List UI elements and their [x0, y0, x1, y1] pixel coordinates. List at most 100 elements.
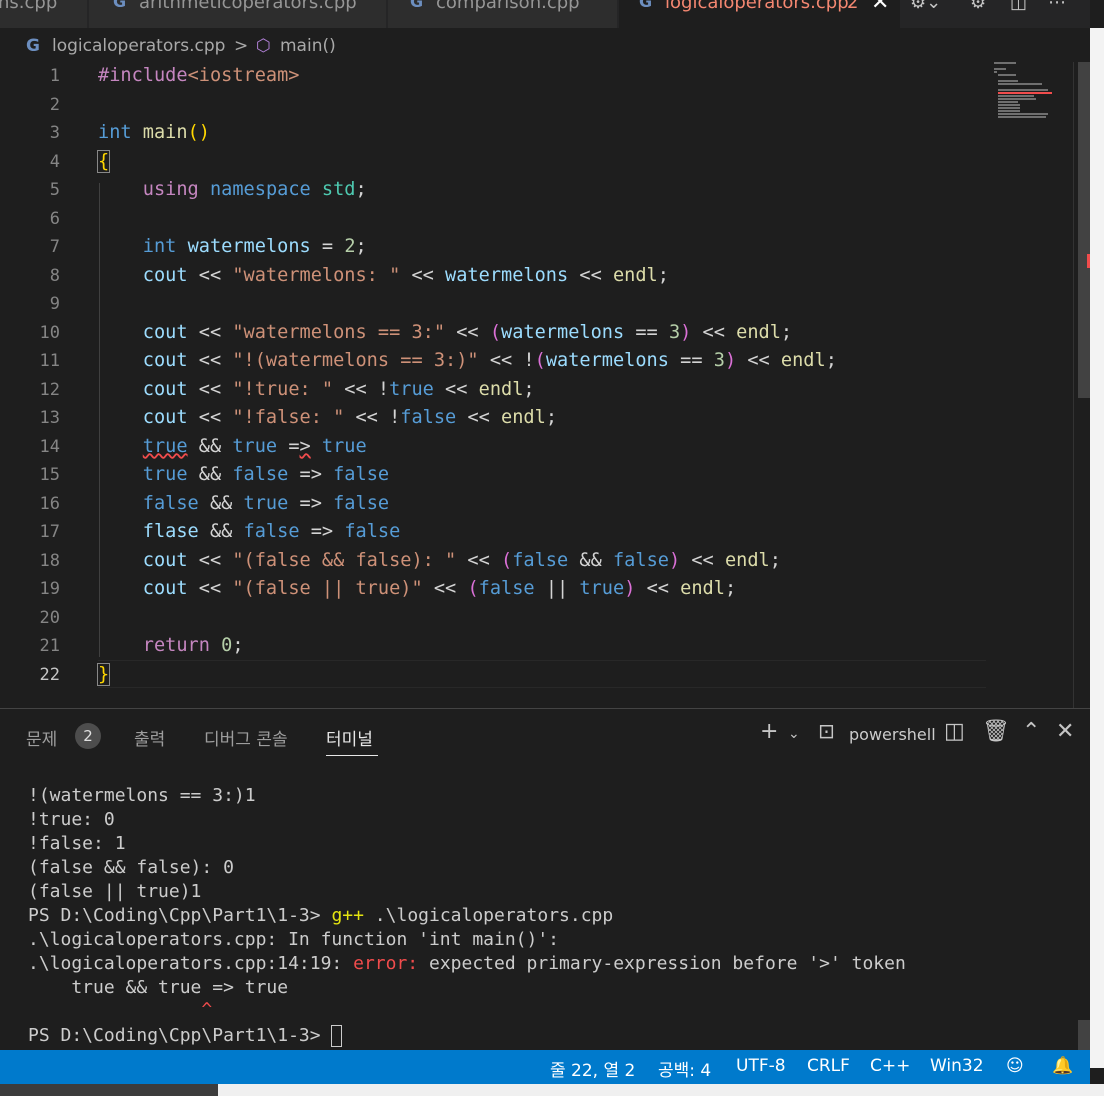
code-line: cout << "!false: " << !false << endl; [142, 407, 558, 428]
split-editor-icon[interactable]: ◫ [1010, 0, 1027, 13]
breadcrumb-file[interactable]: logicaloperators.cpp [52, 36, 225, 56]
command-name: g++ [331, 905, 364, 926]
status-eol[interactable]: CRLF [807, 1056, 850, 1076]
tab-label: comparison.cpp [436, 0, 580, 13]
terminal-error-line: .\logicaloperators.cpp:14:19: error: exp… [28, 953, 906, 974]
close-icon[interactable]: ✕ [871, 0, 889, 15]
gear-icon[interactable]: ⚙ [970, 0, 986, 13]
line-number: 14 [39, 436, 60, 457]
line-number: 1 [49, 66, 60, 86]
tab-label: arithmeticoperators.cpp [139, 0, 357, 13]
code-line: int main() [98, 122, 210, 143]
status-cursor-position[interactable]: 줄 22, 열 2 [550, 1056, 635, 1081]
code-line: return 0; [142, 635, 244, 656]
editor-tab-bar: ns.cpp G arithmeticoperators.cpp G compa… [0, 0, 1090, 28]
terminal-output-line: true && true => true [28, 977, 289, 998]
line-number: 4 [49, 151, 60, 172]
minimap[interactable] [990, 62, 1074, 122]
notifications-bell-icon[interactable]: 🔔 [1052, 1056, 1073, 1076]
line-number: 13 [39, 408, 60, 428]
tab-terminal[interactable]: 터미널 [326, 725, 373, 750]
tab-label: logicaloperators.cpp [665, 0, 849, 13]
code-line: #include<iostream> [98, 65, 300, 86]
line-number: 16 [39, 493, 60, 514]
code-line: cout << "!true: " << !true << endl; [142, 378, 535, 400]
chevron-up-icon[interactable]: ⌃ [1022, 719, 1040, 744]
tab-comparison[interactable]: G comparison.cpp [388, 0, 618, 28]
tab-problems[interactable]: 문제 [26, 725, 57, 750]
terminal-output-line: !false: 1 [28, 833, 126, 854]
line-number: 20 [39, 607, 60, 628]
taskbar-strip [0, 1084, 1104, 1096]
line-number: 15 [39, 465, 60, 485]
code-line: true && true => true [142, 435, 367, 457]
error-message: expected primary-expression before '>' t… [418, 953, 906, 974]
error-label: error: [353, 953, 419, 974]
chevron-right-icon: > [234, 36, 249, 56]
line-number: 12 [39, 379, 60, 400]
terminal-output-line: !(watermelons == 3:)1 [28, 785, 256, 806]
split-terminal-icon[interactable]: ◫ [944, 719, 965, 744]
breadcrumb: G logicaloperators.cpp > ⬡ main() [0, 28, 1074, 64]
terminal-output-line: !true: 0 [28, 809, 115, 830]
status-indentation[interactable]: 공백: 4 [658, 1056, 711, 1081]
tab-debug-console[interactable]: 디버그 콘솔 [204, 725, 288, 750]
line-number: 8 [49, 265, 60, 286]
line-number: 18 [39, 550, 60, 571]
terminal-cursor [331, 1025, 343, 1047]
status-language[interactable]: C++ [870, 1056, 910, 1076]
code-editor[interactable]: 1 #include<iostream> 2 3 int main() 4 { 5 u… [0, 62, 1074, 708]
editor-scrollbar-thumb[interactable] [1078, 62, 1090, 398]
debug-icon[interactable]: ⚙⌄ [910, 0, 941, 13]
code-line: cout << "watermelons == 3:" << (watermel… [142, 321, 793, 343]
line-number: 11 [39, 351, 60, 371]
tab-ns[interactable]: ns.cpp [0, 0, 88, 28]
tab-arithmeticoperators[interactable]: G arithmeticoperators.cpp [89, 0, 387, 28]
more-actions-icon[interactable]: ⋯ [1048, 0, 1066, 13]
cpp-file-icon: G [26, 36, 40, 56]
breadcrumb-symbol[interactable]: main() [280, 36, 336, 56]
tab-logicaloperators[interactable]: G logicaloperators.cpp 2 ✕ [619, 0, 901, 28]
code-line: flase && false => false [142, 521, 401, 542]
line-number: 3 [49, 123, 60, 143]
code-line: { [96, 149, 111, 173]
terminal-prompt: PS D:\Coding\Cpp\Part1\1-3> [28, 1025, 321, 1046]
code-line: int watermelons = 2; [142, 236, 367, 257]
code-line: cout << "!(watermelons == 3:)" << !(wate… [142, 350, 837, 371]
line-number: 10 [39, 322, 60, 343]
code-line: cout << "watermelons: " << watermelons <… [142, 264, 669, 286]
status-platform[interactable]: Win32 [930, 1056, 984, 1076]
tab-output[interactable]: 출력 [134, 725, 165, 750]
status-encoding[interactable]: UTF-8 [736, 1056, 786, 1076]
terminal-shell-name[interactable]: powershell [849, 725, 936, 744]
trash-icon[interactable]: 🗑 [982, 719, 1010, 744]
line-number-current: 22 [39, 664, 60, 685]
terminal-output-line: (false && false): 0 [28, 857, 234, 878]
line-number: 5 [49, 180, 60, 200]
code-line: } [96, 662, 111, 686]
feedback-icon[interactable]: ☺ [1006, 1056, 1024, 1076]
terminal-prompt: PS D:\Coding\Cpp\Part1\1-3> [28, 905, 321, 926]
bottom-panel: 문제 2 출력 디버그 콘솔 터미널 + ⌄ ⊡ powershell ◫ 🗑 … [0, 708, 1090, 1050]
terminal-input-line[interactable]: PS D:\Coding\Cpp\Part1\1-3> [28, 1025, 343, 1047]
add-terminal-icon[interactable]: + [760, 719, 778, 744]
close-panel-icon[interactable]: ✕ [1056, 719, 1074, 744]
cube-icon: ⬡ [256, 36, 271, 56]
terminal-output-line: .\logicaloperators.cpp: In function 'int… [28, 929, 560, 950]
line-number: 6 [49, 208, 60, 229]
chevron-down-icon[interactable]: ⌄ [788, 726, 800, 742]
line-number: 2 [49, 94, 60, 115]
tab-problem-count: 2 [847, 0, 859, 13]
error-location: .\logicaloperators.cpp:14:19: [28, 953, 343, 974]
status-bar: 줄 22, 열 2 공백: 4 UTF-8 CRLF C++ Win32 ☺ 🔔 [0, 1050, 1090, 1084]
line-number: 21 [39, 636, 60, 656]
command-args: .\logicaloperators.cpp [363, 905, 614, 926]
problems-count-badge: 2 [75, 723, 101, 749]
line-number: 17 [39, 522, 60, 542]
terminal-scrollbar-thumb[interactable] [1078, 1020, 1090, 1050]
cpp-file-icon: G [639, 0, 653, 11]
terminal-output-line: (false || true)1 [28, 881, 202, 902]
line-number: 7 [49, 237, 60, 257]
background-window-strip [1090, 28, 1104, 1068]
code-line: false && true => false [142, 492, 390, 514]
